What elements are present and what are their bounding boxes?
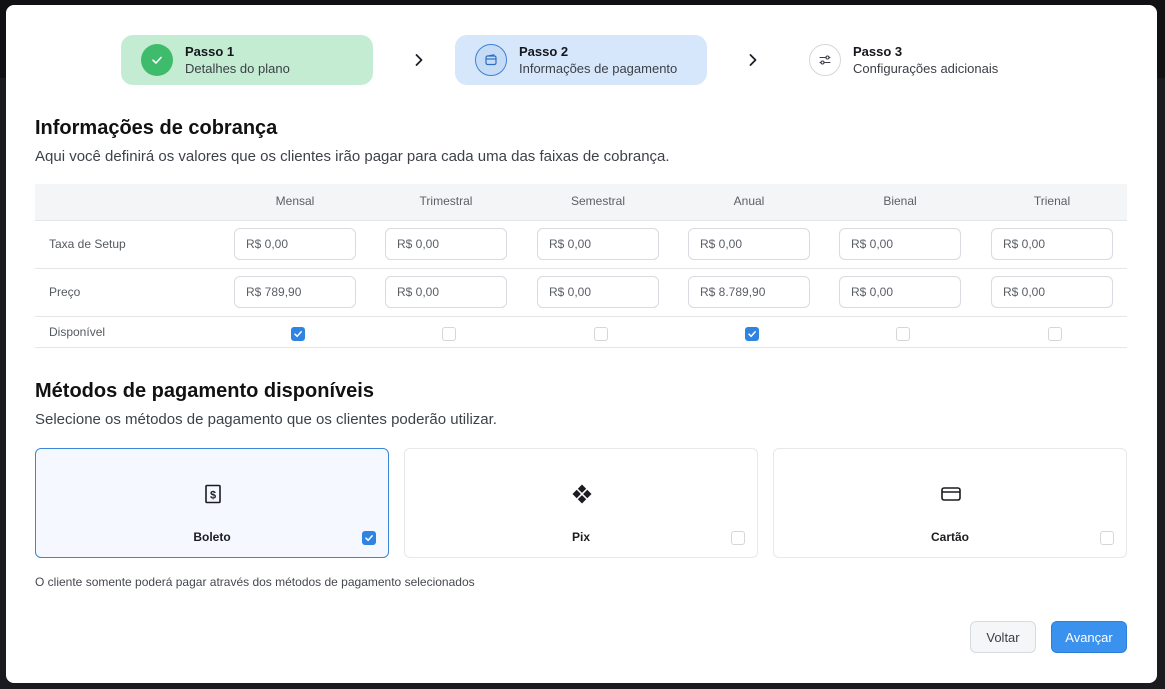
table-row-price: Preço: [35, 268, 1127, 316]
price-input-mensal[interactable]: [234, 276, 356, 308]
payment-method-cartao[interactable]: Cartão: [773, 448, 1127, 558]
svg-text:$: $: [210, 490, 216, 502]
step-1[interactable]: Passo 1 Detalhes do plano: [121, 35, 373, 85]
billing-title: Informações de cobrança: [35, 117, 278, 139]
column-header: Semestral: [570, 194, 626, 208]
available-checkbox-semestral[interactable]: [594, 327, 608, 341]
stepper: Passo 1 Detalhes do plano Passo 2 Inform…: [121, 35, 1021, 85]
price-input-anual[interactable]: [688, 276, 810, 308]
settings-sliders-icon: [809, 44, 841, 76]
check-icon: [141, 44, 173, 76]
payment-method-pix[interactable]: Pix: [404, 448, 758, 558]
billing-subtitle: Aqui você definirá os valores que os cli…: [35, 148, 670, 165]
step-title: Passo 2: [519, 43, 569, 59]
row-label: Taxa de Setup: [49, 237, 126, 251]
method-label: Boleto: [193, 530, 231, 544]
payment-methods-subtitle: Selecione os métodos de pagamento que os…: [35, 411, 497, 428]
setup-fee-input-semestral[interactable]: [537, 228, 659, 260]
step-title: Passo 3: [853, 43, 903, 59]
setup-fee-input-trienal[interactable]: [991, 228, 1113, 260]
next-button[interactable]: Avançar: [1051, 621, 1127, 653]
method-label: Cartão: [930, 530, 969, 544]
step-subtitle: Detalhes do plano: [185, 60, 290, 76]
table-row-available: Disponível: [35, 316, 1127, 348]
method-label: Pix: [571, 530, 590, 544]
available-checkbox-anual[interactable]: [745, 327, 759, 341]
payment-methods-title: Métodos de pagamento disponíveis: [35, 380, 374, 402]
step-title: Passo 1: [185, 43, 235, 59]
row-label: Disponível: [49, 325, 106, 339]
setup-fee-input-bienal[interactable]: [839, 228, 961, 260]
available-checkbox-trimestral[interactable]: [442, 327, 456, 341]
method-checkbox-boleto[interactable]: [362, 531, 376, 545]
price-input-semestral[interactable]: [537, 276, 659, 308]
method-checkbox-pix[interactable]: [731, 531, 745, 545]
payment-method-boleto[interactable]: $ Boleto: [35, 448, 389, 558]
wallet-icon: [475, 44, 507, 76]
plan-wizard-modal: Passo 1 Detalhes do plano Passo 2 Inform…: [6, 5, 1157, 683]
boleto-dollar-icon: $: [205, 484, 221, 504]
column-header: Trienal: [1033, 194, 1071, 208]
available-checkbox-mensal[interactable]: [291, 327, 305, 341]
pix-icon: [572, 484, 592, 504]
available-checkbox-bienal[interactable]: [896, 327, 910, 341]
step-3[interactable]: Passo 3 Configurações adicionais: [789, 35, 1021, 85]
available-checkbox-trienal[interactable]: [1048, 327, 1062, 341]
checkmark-icon: [294, 331, 302, 338]
checkmark-icon: [365, 535, 373, 542]
billing-table: Mensal Trimestral Semestral Anual Bienal…: [35, 184, 1127, 348]
chevron-right-icon: [415, 54, 423, 66]
method-checkbox-cartao[interactable]: [1100, 531, 1114, 545]
column-header: Bienal: [883, 194, 917, 208]
back-button[interactable]: Voltar: [970, 621, 1036, 653]
table-row-setup: Taxa de Setup: [35, 220, 1127, 268]
price-input-trimestral[interactable]: [385, 276, 507, 308]
step-subtitle: Configurações adicionais: [853, 60, 999, 76]
table-header: Mensal Trimestral Semestral Anual Bienal…: [35, 184, 1127, 220]
checkmark-icon: [748, 331, 756, 338]
column-header: Mensal: [275, 194, 315, 208]
payment-methods-note: O cliente somente poderá pagar através d…: [35, 575, 475, 589]
column-header: Anual: [733, 194, 765, 208]
setup-fee-input-mensal[interactable]: [234, 228, 356, 260]
row-label: Preço: [49, 285, 81, 299]
step-subtitle: Informações de pagamento: [519, 60, 678, 76]
price-input-bienal[interactable]: [839, 276, 961, 308]
chevron-right-icon: [749, 54, 757, 66]
price-input-trienal[interactable]: [991, 276, 1113, 308]
setup-fee-input-trimestral[interactable]: [385, 228, 507, 260]
step-2[interactable]: Passo 2 Informações de pagamento: [455, 35, 707, 85]
column-header: Trimestral: [419, 194, 473, 208]
credit-card-icon: [941, 487, 961, 501]
setup-fee-input-anual[interactable]: [688, 228, 810, 260]
